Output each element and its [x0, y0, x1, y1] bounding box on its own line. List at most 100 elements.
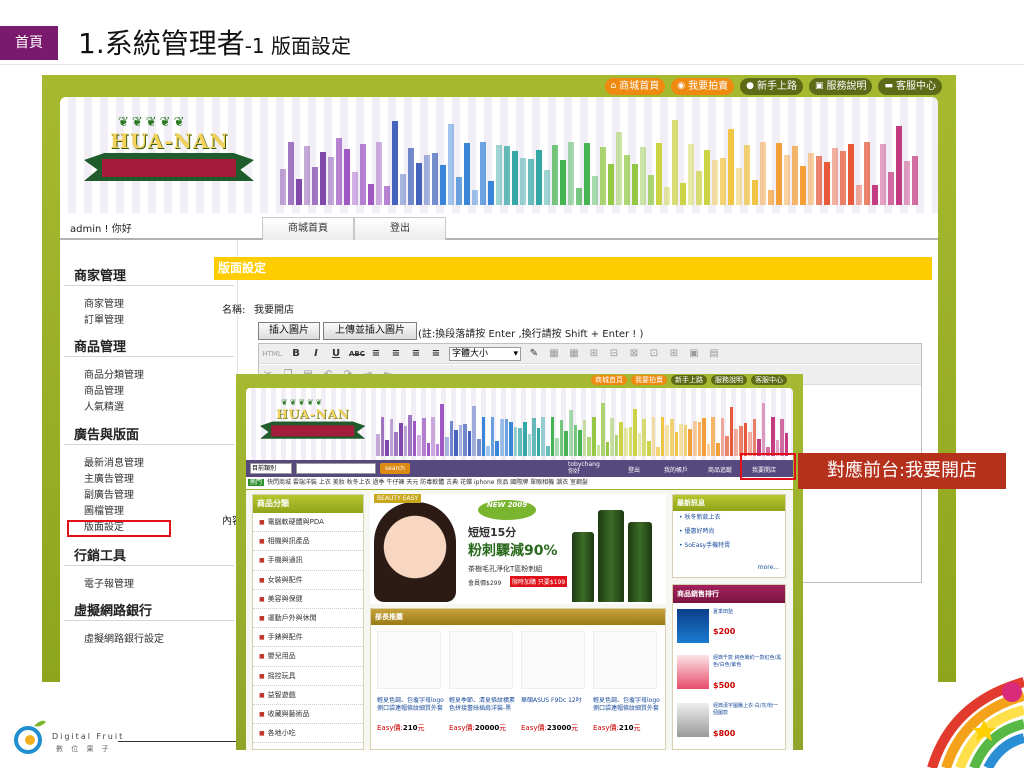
- hero-ad-banner[interactable]: BEAUTY EASY NEW 2009 短短15分 粉刺驟減90% 茶樹毛孔淨…: [370, 494, 666, 604]
- skyline-bar: [856, 185, 862, 205]
- news-item[interactable]: • SoEasy手機特賣: [673, 539, 785, 553]
- sidebar-item-orders[interactable]: 訂單管理: [84, 311, 124, 326]
- italic-icon[interactable]: I: [309, 347, 323, 361]
- top-nav-label: 服務說明: [826, 81, 867, 92]
- news-item[interactable]: • 秋冬新款上衣: [673, 511, 785, 525]
- news-more-link[interactable]: more...: [758, 564, 779, 571]
- sidebar-item-category[interactable]: 商品分類管理: [84, 366, 144, 381]
- category-item[interactable]: 美容與保健: [253, 590, 363, 609]
- home-tab[interactable]: 首頁: [0, 26, 58, 60]
- hua-nan-logo[interactable]: ❦❦❦❦❦ HUA-NAN: [260, 398, 366, 454]
- split-cells-icon[interactable]: ⊞: [667, 347, 681, 361]
- storefront-main: 商品分類 電腦軟硬體與PDA 相機與訊產品 手機與通訊 女裝與配件 美容與保健 …: [246, 490, 793, 750]
- upload-insert-image-button[interactable]: 上傳並插入圖片: [323, 322, 417, 340]
- sidebar-item-bank-settings[interactable]: 虛擬網路銀行設定: [84, 630, 164, 645]
- category-item[interactable]: 女裝與配件: [253, 571, 363, 590]
- hot-keywords[interactable]: 快閃商城 雲端洋裝 上衣 美妝 秋冬上衣 過季 牛仔褲 天元 防毒軟體 古典 花…: [267, 479, 588, 486]
- align-center-icon[interactable]: ≡: [389, 347, 403, 361]
- bold-icon[interactable]: B: [289, 347, 303, 361]
- sidebar-item-merchant[interactable]: 商家管理: [84, 295, 124, 310]
- top-nav-service[interactable]: 服務說明: [711, 375, 747, 385]
- search-input[interactable]: [296, 463, 376, 474]
- tracking-link[interactable]: 商品追蹤: [708, 465, 732, 474]
- tab-shop-home[interactable]: 商城首頁: [262, 217, 354, 240]
- top-nav-support[interactable]: 客服中心: [751, 375, 787, 385]
- category-item[interactable]: 手錶與配件: [253, 628, 363, 648]
- edit-icon[interactable]: ✎: [527, 347, 541, 361]
- skyline-bar: [738, 425, 743, 456]
- skyline-bar: [896, 126, 902, 205]
- table-icon[interactable]: ▦: [547, 347, 561, 361]
- delete-row-icon[interactable]: ⊠: [627, 347, 641, 361]
- sidebar-heading: 行銷工具: [74, 549, 127, 564]
- category-item[interactable]: 益智遊戲: [253, 686, 363, 705]
- skyline-bar: [555, 437, 559, 456]
- link-icon[interactable]: ▤: [707, 347, 721, 361]
- sidebar-item-news[interactable]: 最新消息管理: [84, 454, 144, 469]
- skyline-bar: [376, 433, 380, 456]
- category-item[interactable]: 相機與訊產品: [253, 532, 363, 552]
- tab-logout[interactable]: 登出: [354, 217, 446, 240]
- sidebar-item-images[interactable]: 圖檔管理: [84, 502, 124, 517]
- category-item[interactable]: 電腦軟硬體與PDA: [253, 513, 363, 533]
- skyline-bar: [400, 173, 406, 205]
- category-item[interactable]: 各地小吃: [253, 724, 363, 744]
- skyline-bar: [632, 163, 638, 205]
- top-nav-newbie[interactable]: 新手上路: [671, 375, 707, 385]
- category-item[interactable]: 嬰兒用品: [253, 647, 363, 667]
- underline-icon[interactable]: U: [329, 347, 343, 361]
- top-nav-support[interactable]: ▬ 客服中心: [878, 78, 942, 95]
- top-nav-auction[interactable]: 我要拍賣: [631, 375, 667, 385]
- sidebar-item-products[interactable]: 商品管理: [84, 382, 124, 397]
- category-item[interactable]: 摇控玩具: [253, 667, 363, 686]
- ranking-item[interactable]: 經典漢字圖騰上衣-白/灰/粉一個圖款 $800: [677, 703, 783, 743]
- sidebar-item-main-ads[interactable]: 主廣告管理: [84, 470, 134, 485]
- product-title: 華碩ASUS F9Dc 12吋: [521, 697, 582, 704]
- hua-nan-logo[interactable]: ❦❦❦❦❦ HUA-NAN: [84, 115, 254, 205]
- top-nav-home[interactable]: ⌂ 商城首頁: [604, 78, 666, 95]
- table-props-icon[interactable]: ▦: [567, 347, 581, 361]
- product-card[interactable]: 輕夏色調、包覆字母logo側口袋連帽條紋細質外套 Easy價:210元: [593, 631, 661, 749]
- news-item[interactable]: • 優惠好時尚: [673, 525, 785, 539]
- top-nav-home[interactable]: 商城首頁: [591, 375, 627, 385]
- category-select[interactable]: 目前類別: [250, 463, 292, 474]
- image-icon[interactable]: ▣: [687, 347, 701, 361]
- logout-link[interactable]: 登出: [628, 465, 640, 474]
- logo-text: HUA-NAN: [110, 129, 229, 153]
- align-justify-icon[interactable]: ≡: [429, 347, 443, 361]
- skyline-bar: [536, 150, 542, 205]
- ranking-item[interactable]: 夏季田墊 $200: [677, 609, 783, 649]
- category-item[interactable]: 收藏與藝術品: [253, 705, 363, 725]
- product-image: [449, 631, 513, 689]
- skyline-bar: [463, 423, 467, 456]
- top-nav-service[interactable]: ▣ 服務說明: [808, 78, 873, 95]
- skyline-bar: [792, 146, 798, 205]
- category-item[interactable]: 運動戶外與休閒: [253, 609, 363, 629]
- product-card[interactable]: 華碩ASUS F9Dc 12吋 Easy價:23000元: [521, 631, 589, 749]
- align-right-icon[interactable]: ≡: [409, 347, 423, 361]
- ranking-item[interactable]: 經典千款 純色簡約一款紅色/黑色/白色/紫色 $500: [677, 655, 783, 695]
- search-button[interactable]: search: [380, 463, 410, 474]
- sidebar-item-sub-ads[interactable]: 副廣告管理: [84, 486, 134, 501]
- insert-image-button[interactable]: 插入圖片: [258, 322, 320, 340]
- merge-cells-icon[interactable]: ⊡: [647, 347, 661, 361]
- font-size-select[interactable]: 字體大小: [449, 346, 521, 361]
- skyline-bar: [480, 142, 486, 205]
- insert-row-icon[interactable]: ⊞: [587, 347, 601, 361]
- sidebar-item-popular[interactable]: 人氣精選: [84, 398, 124, 413]
- strikethrough-icon[interactable]: ABC: [349, 347, 365, 361]
- my-account-link[interactable]: 我的帳戶: [664, 465, 688, 474]
- top-nav-auction[interactable]: ◉ 我要拍賣: [671, 78, 735, 95]
- html-source-button[interactable]: HTML: [261, 347, 283, 361]
- skyline-bar: [720, 417, 725, 456]
- product-card[interactable]: 輕夏季節、清夏條紋橫素色拼接蕾絲插肩洋裝-黑 Easy價:20000元: [449, 631, 517, 749]
- product-image: [593, 631, 657, 689]
- top-nav-newbie[interactable]: ● 新手上路: [740, 78, 803, 95]
- insert-col-icon[interactable]: ⊟: [607, 347, 621, 361]
- title-divider: [0, 64, 1024, 65]
- category-item[interactable]: 手機與通訊: [253, 551, 363, 571]
- sidebar-item-newsletter[interactable]: 電子報管理: [84, 575, 134, 590]
- product-card[interactable]: 輕夏色調、包覆字母logo側口袋連帽條紋細質外套 Easy價:210元: [377, 631, 445, 749]
- skyline-bar: [578, 430, 582, 456]
- align-left-icon[interactable]: ≡: [369, 347, 383, 361]
